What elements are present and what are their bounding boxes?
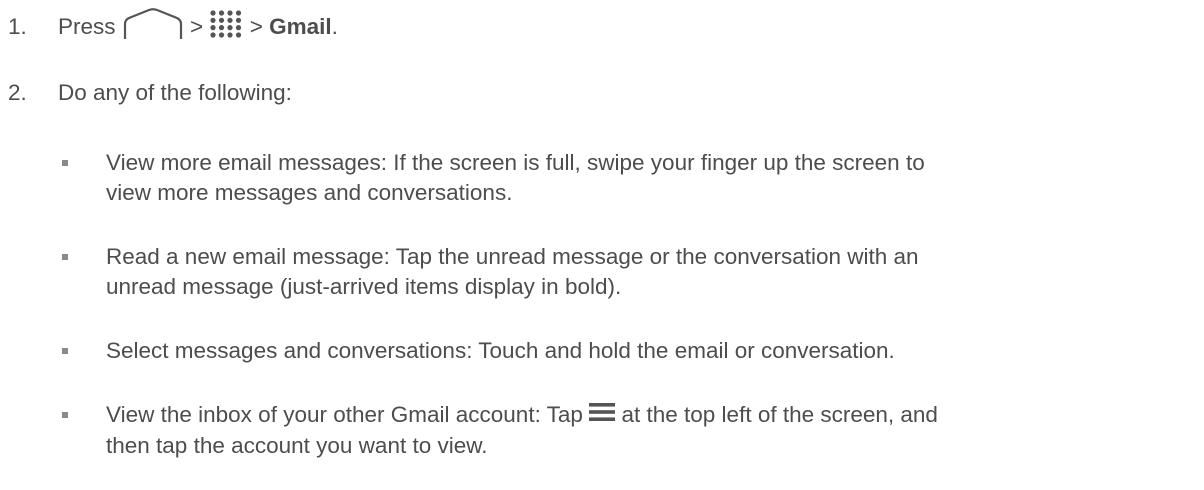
step-number: 2. <box>8 80 27 105</box>
bullet-line: unread message (just-arrived items displ… <box>106 274 622 299</box>
step-2: 2. Do any of the following: <box>8 78 292 108</box>
bullet-line: view more messages and conversations. <box>106 180 513 205</box>
bullet-item-read-new: Read a new email message: Tap the unread… <box>62 242 1182 302</box>
step-text: Do any of the following: <box>58 80 292 105</box>
bullet-item-view-inbox: View the inbox of your other Gmail accou… <box>62 400 1182 461</box>
bullet-marker <box>62 348 68 354</box>
separator: > <box>190 13 204 39</box>
bullet-item-select-messages: Select messages and conversations: Touch… <box>62 336 1182 366</box>
step-text-press: Press <box>58 13 116 39</box>
bullet-marker <box>62 254 68 260</box>
apps-grid-icon <box>209 9 243 47</box>
step-number: 1. <box>8 13 27 39</box>
bullet-line: Select messages and conversations: Touch… <box>106 338 895 363</box>
menu-icon <box>589 401 616 431</box>
bullet-line: Read a new email message: Tap the unread… <box>106 244 919 269</box>
bullet-line: View the inbox of your other Gmail accou… <box>106 400 1182 431</box>
bullet-marker <box>62 412 68 418</box>
step-end-period: . <box>331 13 338 39</box>
bullet-line-end: at the top left of the screen, and <box>621 402 938 427</box>
gmail-app-label: Gmail <box>269 13 332 39</box>
bullet-line-start: View the inbox of your other Gmail accou… <box>106 402 583 427</box>
bullet-line: View more email messages: If the screen … <box>106 150 925 175</box>
bullet-item-view-more: View more email messages: If the screen … <box>62 148 1182 208</box>
bullet-line: then tap the account you want to view. <box>106 433 488 459</box>
step-1: 1. Press > > Gmail. <box>8 8 338 48</box>
bullet-marker <box>62 160 68 166</box>
home-icon <box>122 8 184 48</box>
separator: > <box>249 13 263 39</box>
